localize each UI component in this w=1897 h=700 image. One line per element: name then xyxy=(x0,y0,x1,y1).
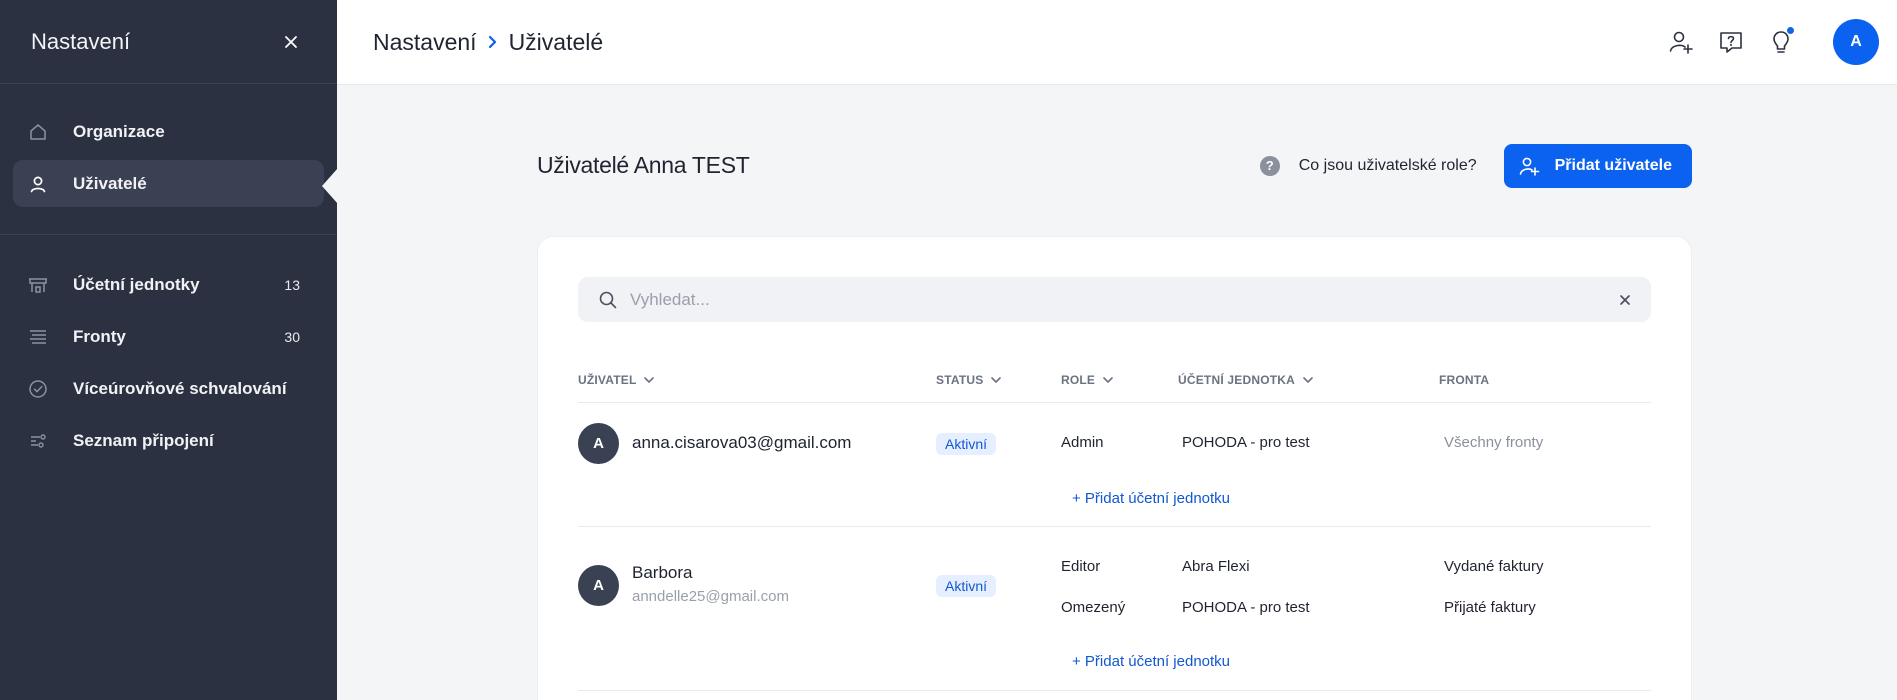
clear-search-icon[interactable] xyxy=(1617,292,1633,308)
sidebar-item-label: Účetní jednotky xyxy=(73,274,200,294)
avatar: A xyxy=(578,565,619,606)
lines-icon xyxy=(27,326,49,348)
column-header-user[interactable]: UŽIVATEL xyxy=(578,373,655,387)
sidebar-header: Nastavení xyxy=(0,0,337,84)
sidebar-item-count: 13 xyxy=(284,276,300,293)
chevron-down-icon xyxy=(991,377,1002,383)
accounting-unit: POHODA - pro test xyxy=(1182,599,1310,616)
user-role: Admin xyxy=(1061,434,1104,451)
help-chat-icon[interactable] xyxy=(1717,28,1745,56)
queue: Přijaté faktury xyxy=(1444,599,1536,616)
column-header-unit[interactable]: ÚČETNÍ JEDNOTKA xyxy=(1178,373,1313,387)
building-icon xyxy=(27,274,49,296)
user-roles-help-link[interactable]: ? Co jsou uživatelské role? xyxy=(1259,155,1477,176)
home-icon xyxy=(27,121,49,143)
avatar[interactable]: A xyxy=(1833,19,1879,65)
avatar: A xyxy=(578,423,619,464)
breadcrumb-item-nastaveni[interactable]: Nastavení xyxy=(373,29,477,56)
column-header-label: FRONTA xyxy=(1439,373,1490,387)
check-circle-icon xyxy=(27,378,49,400)
question-icon: ? xyxy=(1259,155,1280,176)
accounting-unit: Abra Flexi xyxy=(1182,558,1250,575)
close-icon[interactable] xyxy=(281,32,301,52)
status-badge: Aktivní xyxy=(936,433,997,455)
column-header-label: UŽIVATEL xyxy=(578,373,637,387)
chevron-down-icon xyxy=(1103,377,1113,383)
active-item-pointer xyxy=(322,168,338,204)
sidebar-section-main: Organizace Uživatelé xyxy=(0,84,337,235)
topbar: Nastavení Uživatelé A xyxy=(337,0,1897,85)
accounting-unit: POHODA - pro test xyxy=(1182,434,1310,451)
column-header-label: ROLE xyxy=(1061,373,1096,387)
sidebar-item-ucetni-jednotky[interactable]: Účetní jednotky 13 xyxy=(13,261,324,308)
sidebar-title: Nastavení xyxy=(31,28,131,54)
search-input[interactable] xyxy=(630,289,1617,310)
sidebar-section-secondary: Účetní jednotky 13 Fronty 30 Víceúrovňov… xyxy=(0,235,337,491)
queue: Vydané faktury xyxy=(1444,558,1544,575)
table-header: UŽIVATEL STATUS ROLE ÚČETNÍ JEDNOTKA FRO… xyxy=(578,373,1651,403)
table-row[interactable]: A anna.cisarova03@gmail.com Aktivní Admi… xyxy=(578,404,1651,527)
page-title: Uživatelé Anna TEST xyxy=(537,152,750,178)
breadcrumb-item-uzivatele: Uživatelé xyxy=(508,28,604,55)
sidebar-item-seznam-pripojeni[interactable]: Seznam připojení xyxy=(13,417,324,464)
chevron-right-icon xyxy=(488,35,498,49)
add-user-icon xyxy=(1518,155,1540,177)
add-accounting-unit-link[interactable]: + Přidat účetní jednotku xyxy=(1072,490,1230,507)
column-header-queue: FRONTA xyxy=(1439,373,1489,387)
add-accounting-unit-link[interactable]: + Přidat účetní jednotku xyxy=(1072,653,1230,670)
page-header: Uživatelé Anna TEST ? Co jsou uživatelsk… xyxy=(537,143,1692,188)
page-header-actions: ? Co jsou uživatelské role? Přidat uživa… xyxy=(1259,143,1692,188)
user-name: Barbora xyxy=(632,563,693,582)
add-user-icon[interactable] xyxy=(1667,28,1695,56)
status-badge: Aktivní xyxy=(936,575,997,597)
column-header-label: ÚČETNÍ JEDNOTKA xyxy=(1178,373,1296,387)
user-icon xyxy=(27,173,49,195)
user-email: anndelle25@gmail.com xyxy=(632,588,789,605)
connections-icon xyxy=(27,430,49,452)
user-role: Omezený xyxy=(1061,599,1126,616)
sidebar-item-label: Uživatelé xyxy=(73,173,147,193)
user-role: Editor xyxy=(1061,558,1101,575)
add-user-button[interactable]: Přidat uživatele xyxy=(1503,143,1692,188)
user-email: anna.cisarova03@gmail.com xyxy=(632,433,852,452)
lightbulb-icon[interactable] xyxy=(1767,26,1795,56)
sidebar-item-viceurovnove-schvalovani[interactable]: Víceúrovňové schvalování xyxy=(13,365,324,412)
search-bar xyxy=(578,277,1651,322)
add-user-button-label: Přidat uživatele xyxy=(1554,156,1672,174)
sidebar-item-uzivatele[interactable]: Uživatelé xyxy=(13,160,324,207)
sidebar-item-label: Fronty xyxy=(73,326,126,346)
queue: Všechny fronty xyxy=(1444,434,1544,451)
search-icon xyxy=(598,290,618,310)
sidebar-item-fronty[interactable]: Fronty 30 xyxy=(13,313,324,360)
sidebar-item-organizace[interactable]: Organizace xyxy=(13,108,324,155)
column-header-label: STATUS xyxy=(936,373,984,387)
sidebar-item-label: Organizace xyxy=(73,121,165,141)
help-link-label: Co jsou uživatelské role? xyxy=(1298,156,1477,174)
sidebar: Nastavení Organizace Uživatelé Účetní je… xyxy=(0,0,337,700)
table-row[interactable]: A Barbora anndelle25@gmail.com Aktivní E… xyxy=(578,527,1651,691)
sidebar-item-label: Seznam připojení xyxy=(73,430,214,450)
column-header-status[interactable]: STATUS xyxy=(936,373,1002,387)
sidebar-item-count: 30 xyxy=(284,328,300,345)
notification-dot xyxy=(1786,26,1795,35)
chevron-down-icon xyxy=(644,377,655,383)
column-header-role[interactable]: ROLE xyxy=(1061,373,1113,387)
users-card: UŽIVATEL STATUS ROLE ÚČETNÍ JEDNOTKA FRO… xyxy=(537,236,1692,700)
topbar-actions: A xyxy=(1645,19,1879,65)
sidebar-item-label: Víceúrovňové schvalování xyxy=(73,378,287,398)
chevron-down-icon xyxy=(1303,377,1313,383)
breadcrumb: Nastavení Uživatelé xyxy=(373,29,603,56)
